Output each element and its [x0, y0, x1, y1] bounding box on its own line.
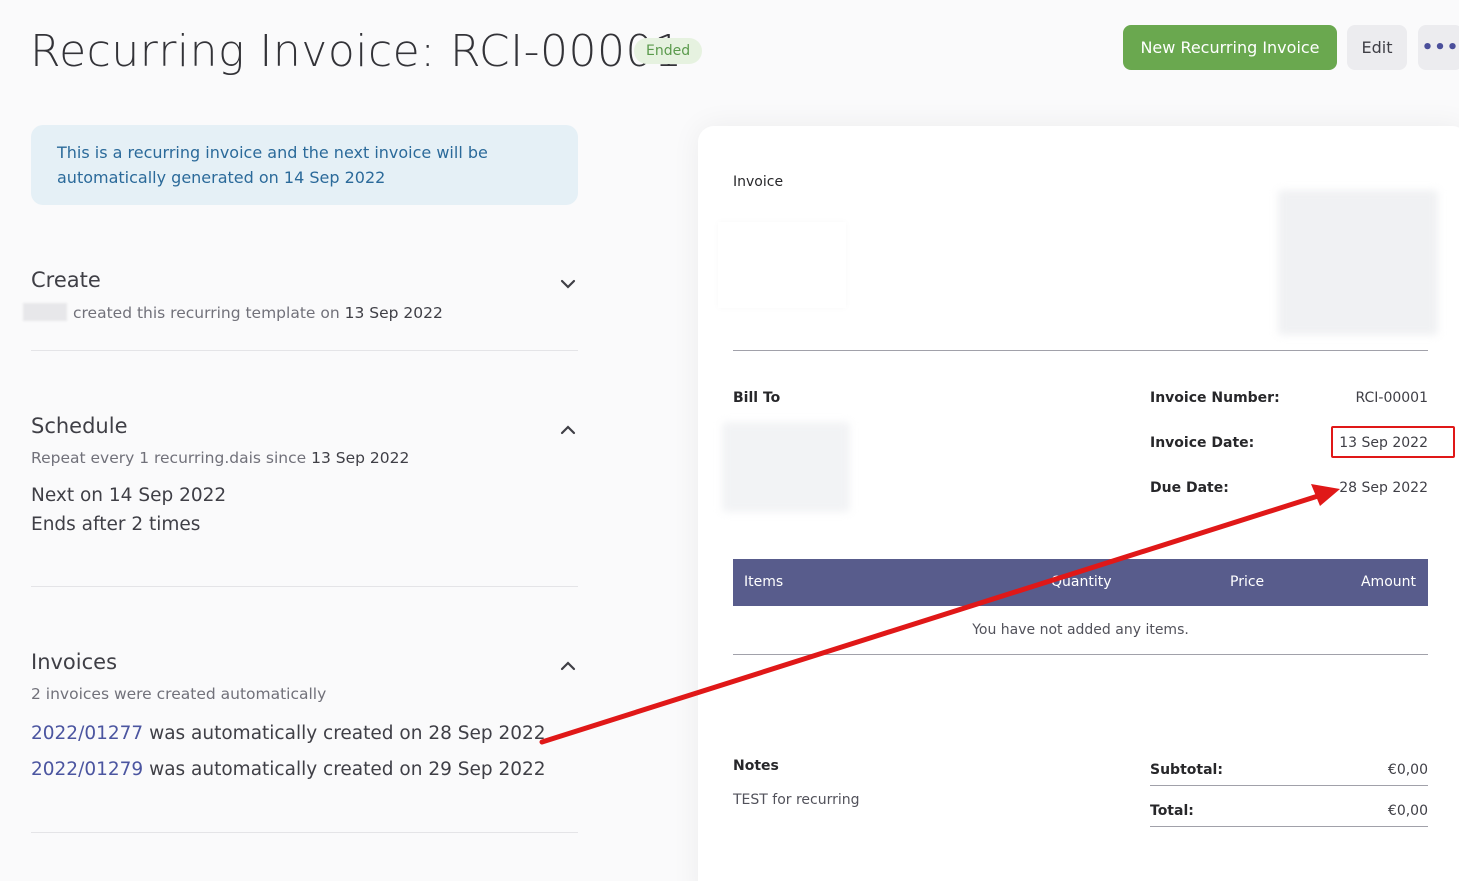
invoice-date-label: Invoice Date:: [1150, 435, 1255, 451]
divider: [733, 350, 1428, 351]
invoice-heading: Invoice: [733, 174, 784, 190]
notes-text: TEST for recurring: [733, 792, 860, 808]
divider: [31, 832, 578, 833]
invoice-number-value: RCI-00001: [1355, 390, 1428, 406]
annotation-highlight-box: [1331, 426, 1455, 458]
divider: [1150, 826, 1428, 827]
create-section: Create created this recurring template o…: [23, 268, 578, 322]
divider: [1150, 785, 1428, 786]
column-header-amount: Amount: [1360, 574, 1416, 590]
invoices-section-title: Invoices: [31, 650, 118, 674]
divider: [31, 350, 578, 351]
page-title: Recurring Invoice: RCI-00001: [30, 26, 683, 77]
edit-button[interactable]: Edit: [1347, 25, 1407, 70]
due-date-value: 28 Sep 2022: [1339, 480, 1428, 496]
column-header-price: Price: [1230, 574, 1265, 590]
redacted-company-address: [1278, 190, 1438, 335]
divider: [733, 654, 1428, 655]
schedule-section-title: Schedule: [31, 414, 128, 438]
page: Recurring Invoice: RCI-00001 Ended New R…: [0, 0, 1459, 881]
invoices-section: Invoices 2 invoices were created automat…: [31, 650, 578, 780]
schedule-ends: Ends after 2 times: [31, 514, 201, 535]
company-logo: [718, 222, 846, 308]
notes-label: Notes: [733, 758, 779, 774]
status-badge: Ended: [634, 38, 703, 64]
column-header-items: Items: [744, 574, 784, 590]
total-label: Total:: [1150, 803, 1194, 819]
invoice-list-item: 2022/01279 was automatically created on …: [31, 759, 546, 780]
create-section-title: Create: [31, 268, 101, 292]
redacted-user-name: [23, 303, 67, 321]
items-table-header: Items Quantity Price Amount: [733, 559, 1428, 606]
due-date-label: Due Date:: [1150, 480, 1229, 496]
chevron-up-icon[interactable]: [560, 420, 576, 435]
invoice-preview: Invoice Bill To Invoice Number: RCI-0000…: [698, 126, 1459, 881]
chevron-down-icon[interactable]: [560, 274, 576, 289]
info-banner: This is a recurring invoice and the next…: [31, 125, 578, 205]
subtotal-label: Subtotal:: [1150, 762, 1223, 778]
total-value: €0,00: [1387, 803, 1428, 819]
new-recurring-invoice-button[interactable]: New Recurring Invoice: [1123, 25, 1337, 70]
create-date: 13 Sep 2022: [344, 304, 443, 322]
chevron-up-icon[interactable]: [560, 656, 576, 671]
schedule-repeat-text: Repeat every 1 recurring.dais since 13 S…: [31, 449, 410, 467]
invoice-number-label: Invoice Number:: [1150, 390, 1280, 406]
invoices-subtitle: 2 invoices were created automatically: [31, 685, 327, 703]
empty-items-text: You have not added any items.: [972, 622, 1189, 638]
column-header-quantity: Quantity: [1051, 574, 1112, 590]
more-options-button[interactable]: •••: [1418, 25, 1459, 70]
schedule-section: Schedule Repeat every 1 recurring.dais s…: [31, 414, 578, 535]
subtotal-value: €0,00: [1387, 762, 1428, 778]
invoice-link[interactable]: 2022/01277: [31, 723, 143, 744]
redacted-customer-address: [722, 422, 850, 512]
ellipsis-icon: •••: [1421, 37, 1459, 58]
schedule-next: Next on 14 Sep 2022: [31, 485, 227, 506]
invoice-list-item: 2022/01277 was automatically created on …: [31, 723, 546, 744]
bill-to-label: Bill To: [733, 390, 781, 406]
create-section-text: created this recurring template on 13 Se…: [23, 303, 578, 322]
divider: [31, 586, 578, 587]
invoice-link[interactable]: 2022/01279: [31, 759, 143, 780]
